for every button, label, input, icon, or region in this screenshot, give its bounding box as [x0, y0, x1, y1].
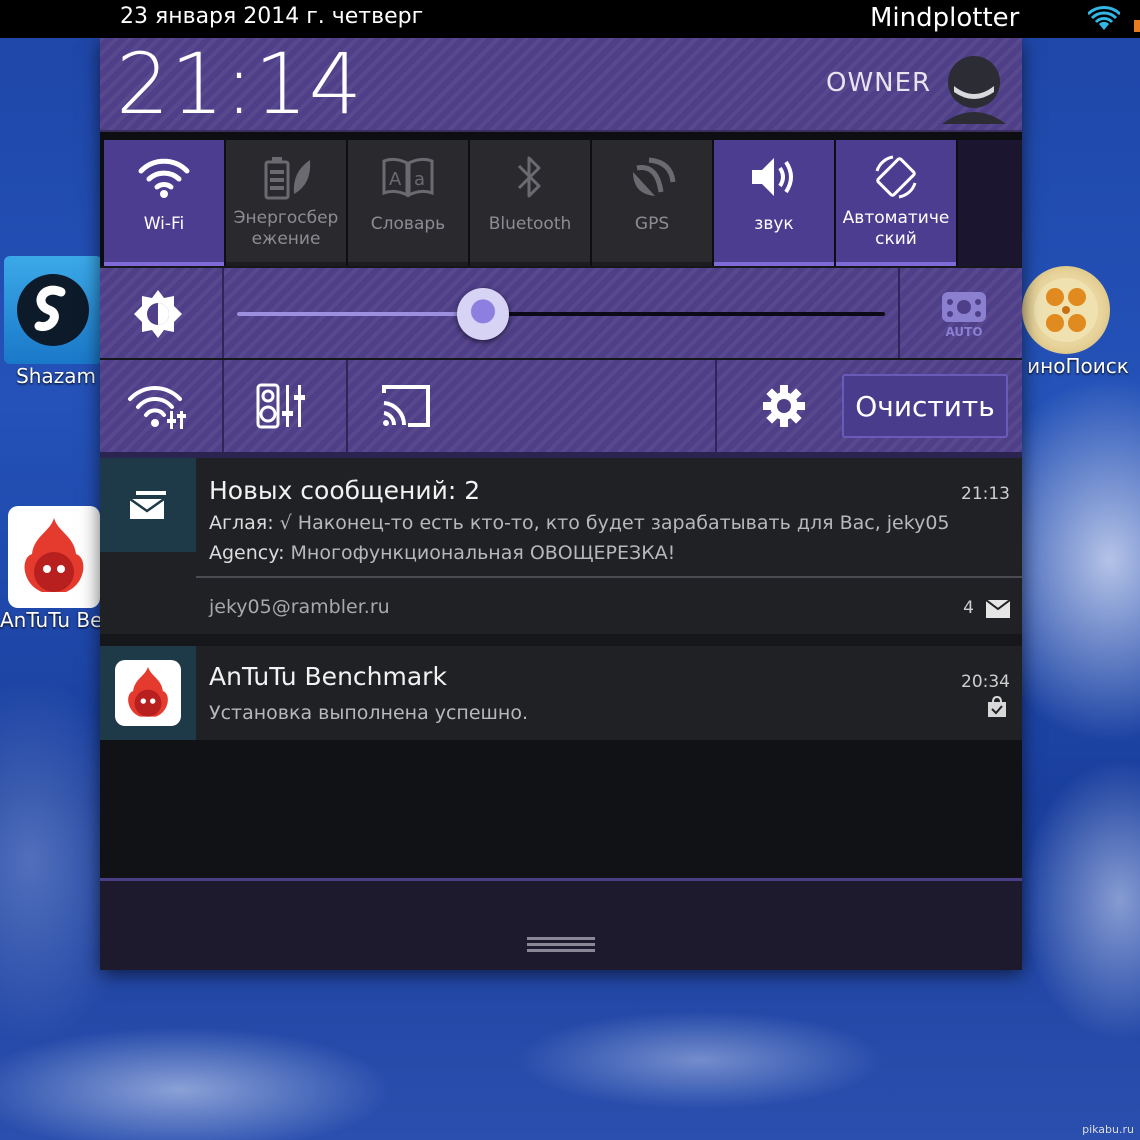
tile-label: Энергосбер ежение	[233, 208, 339, 249]
notification-panel: 21:14 OWNER Wi-Fi Энергосбер ежение A a …	[100, 38, 1022, 970]
notification-line: Аглая: √ Наконец-то есть кто-то, кто буд…	[209, 512, 950, 534]
panel-header: 21:14 OWNER	[100, 38, 1022, 130]
clear-notifications-button[interactable]: Очистить	[842, 374, 1008, 438]
cell-separator	[898, 268, 900, 358]
panel-empty-area	[100, 740, 1022, 878]
notification-title: AnTuTu Benchmark	[209, 662, 447, 691]
quick-settings-row: Wi-Fi Энергосбер ежение A a Словарь Blue…	[100, 130, 1022, 266]
brightness-slider-fill	[237, 312, 484, 316]
audio-settings-button[interactable]	[250, 378, 314, 434]
mail-icon	[986, 600, 1010, 618]
brightness-slider[interactable]	[237, 288, 885, 340]
tile-dictionary[interactable]: A a Словарь	[348, 140, 468, 266]
tile-label: Словарь	[370, 214, 446, 234]
tile-wifi[interactable]: Wi-Fi	[104, 140, 224, 266]
svg-text:a: a	[414, 169, 425, 190]
home-app-shazam[interactable]: Shazam	[0, 256, 112, 388]
battery-edge-indicator	[1134, 20, 1140, 32]
notification-line: Agency: Многофункциональная ОВОЩЕРЕЗКА!	[209, 542, 675, 564]
notification-icon-box	[100, 646, 196, 740]
message-text: √ Наконец-то есть кто-то, кто будет зара…	[273, 512, 950, 534]
auto-rotate-icon	[875, 155, 917, 199]
panel-footer[interactable]	[100, 878, 1022, 970]
tools-row: Очистить	[100, 360, 1022, 452]
antutu-flame-icon	[8, 506, 100, 608]
auto-brightness-icon[interactable]: AUTO	[938, 290, 990, 338]
notification-messages[interactable]: Новых сообщений: 2 21:13 Аглая: √ Наконе…	[100, 458, 1022, 634]
status-bar: 23 января 2014 г. четверг Mindplotter	[0, 0, 1140, 38]
notification-time: 20:34	[961, 672, 1010, 692]
cell-separator	[222, 360, 224, 452]
home-app-kinopoisk[interactable]: иноПоиск	[1016, 266, 1140, 378]
cell-separator	[346, 360, 348, 452]
brightness-slider-thumb[interactable]	[457, 288, 510, 340]
gps-icon	[633, 157, 676, 196]
messages-icon	[129, 491, 166, 519]
status-carrier: Mindplotter	[870, 3, 1020, 33]
wifi-settings-icon	[128, 386, 186, 429]
tile-row-edge	[958, 140, 1022, 266]
watermark: pikabu.ru	[1082, 1123, 1134, 1136]
tile-gps[interactable]: GPS	[592, 140, 712, 266]
svg-text:A: A	[389, 169, 402, 190]
home-app-label: Shazam	[16, 364, 96, 388]
home-app-label: AnTuTu Ber	[0, 608, 111, 632]
screen-cast-button[interactable]	[374, 378, 438, 434]
wifi-status-icon	[1088, 6, 1120, 30]
audio-settings-icon	[256, 383, 305, 429]
message-sender: Agency:	[209, 542, 285, 564]
tile-sound[interactable]: звук	[714, 140, 834, 266]
status-date: 23 января 2014 г. четверг	[120, 4, 424, 29]
message-sender: Аглая:	[209, 512, 274, 534]
avatar-icon[interactable]	[938, 52, 1010, 124]
sound-icon	[752, 158, 793, 196]
tile-auto-rotate[interactable]: Автоматиче ский	[836, 140, 956, 266]
drag-handle-icon[interactable]	[527, 935, 595, 953]
brightness-icon[interactable]	[130, 286, 186, 342]
notification-antutu[interactable]: AnTuTu Benchmark 20:34 Установка выполне…	[100, 646, 1022, 740]
notification-title: Новых сообщений: 2	[209, 476, 481, 505]
film-reel-icon	[1022, 266, 1110, 354]
notification-icon-box	[100, 458, 196, 552]
tile-label: Автоматиче ский	[842, 208, 950, 249]
owner-label[interactable]: OWNER	[826, 68, 931, 98]
notification-time: 21:13	[961, 484, 1010, 504]
clock: 21:14	[116, 35, 364, 133]
tile-bluetooth[interactable]: Bluetooth	[470, 140, 590, 266]
antutu-notification-icon	[115, 660, 181, 726]
unread-count: 4	[963, 598, 974, 618]
shazam-icon	[4, 256, 102, 364]
bluetooth-icon	[517, 156, 541, 198]
tile-label: звук	[754, 214, 794, 234]
wifi-settings-button[interactable]	[126, 378, 190, 434]
screen-cast-icon	[382, 385, 430, 427]
shopping-bag-icon	[988, 696, 1006, 717]
home-app-antutu[interactable]: AnTuTu Ber	[0, 506, 111, 632]
cell-separator	[715, 360, 717, 452]
notification-divider	[196, 576, 1022, 578]
tile-label: Bluetooth	[488, 214, 572, 234]
wifi-icon	[138, 158, 190, 198]
tile-label: GPS	[634, 214, 670, 234]
tile-label: Wi-Fi	[143, 214, 185, 234]
battery-saver-icon	[264, 157, 311, 200]
auto-brightness-label: AUTO	[945, 325, 982, 338]
dictionary-icon: A a	[382, 157, 434, 198]
settings-button[interactable]	[752, 378, 816, 434]
cell-separator	[222, 268, 224, 358]
notification-account: jeky05@rambler.ru	[209, 596, 390, 618]
message-text: Многофункциональная ОВОЩЕРЕЗКА!	[284, 542, 676, 564]
gear-icon	[763, 385, 805, 427]
brightness-row: AUTO	[100, 268, 1022, 358]
tile-energy-saver[interactable]: Энергосбер ежение	[226, 140, 346, 266]
home-app-label: иноПоиск	[1027, 354, 1129, 378]
notification-text: Установка выполнена успешно.	[209, 702, 529, 724]
